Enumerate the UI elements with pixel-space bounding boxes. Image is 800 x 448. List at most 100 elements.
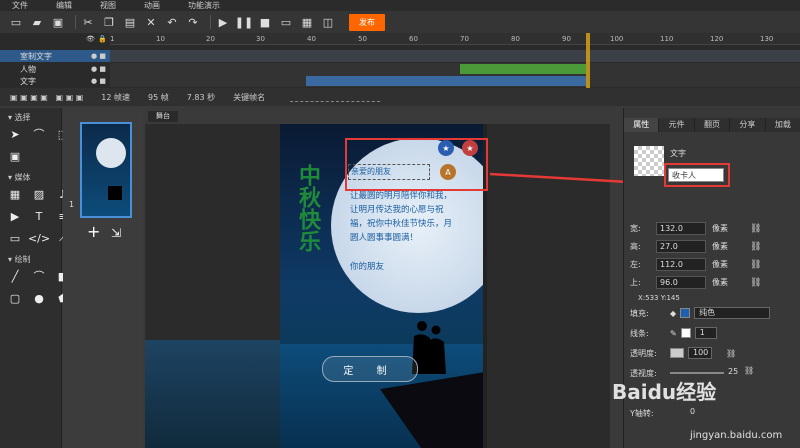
menu-view[interactable]: 视图: [100, 0, 116, 11]
watermark-brand: Baidu经验: [612, 380, 717, 404]
layer-name: 人物: [20, 64, 36, 74]
width-input[interactable]: 132.0: [656, 222, 706, 235]
stroke-row: 线条: ✎ 1: [630, 326, 717, 340]
menu-file[interactable]: 文件: [12, 0, 28, 11]
left-row: 左: 112.0 像素 ⛓: [630, 258, 761, 271]
tick-label: 130: [760, 35, 774, 43]
import-page-icon[interactable]: ⇲: [111, 226, 121, 240]
paste-icon[interactable]: ▤: [122, 14, 138, 30]
signature-text[interactable]: 你的朋友: [350, 260, 384, 272]
link-icon[interactable]: ⛓: [750, 224, 761, 234]
coords-readout: X:533 Y:145: [638, 294, 680, 302]
tab-pages[interactable]: 翻页: [694, 118, 731, 132]
save-icon[interactable]: ▣: [50, 14, 66, 30]
keyframe-span[interactable]: [460, 64, 586, 74]
delete-icon[interactable]: ✕: [143, 14, 159, 30]
link-icon[interactable]: ⛓: [726, 349, 736, 358]
layer-row[interactable]: 人物 ● ■: [0, 63, 110, 75]
stage-tab[interactable]: 舞台: [148, 111, 178, 122]
height-input[interactable]: 27.0: [656, 240, 706, 253]
keyframe-name-input[interactable]: [290, 93, 380, 102]
highlight-box: [345, 138, 488, 191]
layer-tools-icons[interactable]: ▣ ▣ ▣ ▣ ▣ ▣ ▣: [10, 93, 83, 102]
fill-color-swatch[interactable]: [680, 308, 691, 318]
tab-share[interactable]: 分享: [730, 118, 766, 132]
menu-demo[interactable]: 功能演示: [188, 0, 220, 11]
yrotate-value[interactable]: 0: [690, 407, 695, 416]
stroke-width-select[interactable]: 1: [694, 327, 717, 339]
height-row: 高: 27.0 像素 ⛓: [630, 240, 761, 253]
tab-properties[interactable]: 属性: [624, 118, 660, 132]
top-input[interactable]: 96.0: [656, 276, 706, 289]
line-tool-icon[interactable]: ╱: [6, 268, 24, 284]
redo-icon[interactable]: ↷: [185, 14, 201, 30]
keyframe-span[interactable]: [306, 76, 586, 86]
left-input[interactable]: 112.0: [656, 258, 706, 271]
tab-components[interactable]: 元件: [659, 118, 695, 132]
grid-icon[interactable]: ▦: [6, 186, 24, 202]
crop-tool-icon[interactable]: ▣: [6, 148, 24, 164]
layer-visibility-icon[interactable]: ● ■: [91, 65, 106, 73]
lasso-tool-icon[interactable]: ⌒: [30, 126, 48, 142]
menu-animation[interactable]: 动画: [144, 0, 160, 11]
cut-icon[interactable]: ✂: [80, 14, 96, 30]
tool-panel: ▾ 选择 ➤ ⌒ ⬚ ▣ ▾ 媒体 ▦ ▨ ♫ ▶ T ≡ ▭ </> ⟋ ▾ …: [0, 108, 68, 448]
open-folder-icon[interactable]: ▰: [29, 14, 45, 30]
text-tool-icon[interactable]: T: [30, 208, 48, 224]
frames-label: 95 帧: [148, 92, 169, 102]
tab-loading[interactable]: 加载: [765, 118, 800, 132]
timeline-ruler[interactable]: 1 10 20 30 40 50 60 70 80 90 100 110 120…: [110, 33, 800, 45]
link-icon[interactable]: ⛓: [744, 366, 754, 375]
timeline: 1 10 20 30 40 50 60 70 80 90 100 110 120…: [0, 33, 800, 88]
thumb-moon: [96, 138, 126, 168]
title-calligraphy[interactable]: 中秋快乐: [295, 164, 321, 252]
layer-track[interactable]: [110, 50, 800, 62]
code-icon[interactable]: </>: [28, 230, 50, 246]
publish-button[interactable]: 发布: [349, 13, 385, 31]
layer-row[interactable]: 室制文字 ● ■: [0, 50, 110, 62]
new-file-icon[interactable]: ▭: [8, 14, 24, 30]
copy-icon[interactable]: ❐: [101, 14, 117, 30]
layer-track[interactable]: [110, 63, 800, 75]
fill-type-select[interactable]: 纯色: [694, 307, 771, 319]
comment-icon[interactable]: ▭: [6, 230, 24, 246]
h5-icon[interactable]: ◫: [320, 14, 336, 30]
link-icon[interactable]: ⛓: [750, 242, 761, 252]
preview-icon[interactable]: ▭: [278, 14, 294, 30]
opacity-label: 透明度:: [630, 348, 657, 358]
playhead[interactable]: [586, 33, 590, 88]
paint-bucket-icon[interactable]: ◆: [670, 309, 676, 318]
image-icon[interactable]: ▨: [30, 186, 48, 202]
qrcode-icon[interactable]: ▦: [299, 14, 315, 30]
undo-icon[interactable]: ↶: [164, 14, 180, 30]
customize-button[interactable]: 定 制: [322, 356, 418, 382]
link-icon[interactable]: ⛓: [750, 278, 761, 288]
layer-visibility-icon[interactable]: ● ■: [91, 77, 106, 85]
layer-visibility-icon[interactable]: ● ■: [91, 52, 106, 60]
perspective-slider[interactable]: [670, 372, 724, 374]
tick-label: 90: [562, 35, 571, 43]
add-page-button[interactable]: +: [87, 222, 100, 241]
circle-tool-icon[interactable]: ●: [30, 290, 48, 306]
section-media-label: 媒体: [14, 173, 31, 182]
menu-edit[interactable]: 编辑: [56, 0, 72, 11]
page-thumbnails: 1 + ⇲: [63, 108, 143, 448]
video-icon[interactable]: ▶: [6, 208, 24, 224]
play-icon[interactable]: ▶: [215, 14, 231, 30]
height-unit: 像素: [712, 242, 728, 251]
opacity-select[interactable]: 100: [688, 347, 712, 359]
highlight-box: [664, 163, 730, 187]
toolbar-divider: [210, 15, 211, 29]
pointer-tool-icon[interactable]: ➤: [6, 126, 24, 142]
link-icon[interactable]: ⛓: [750, 260, 761, 270]
pause-icon[interactable]: ❚❚: [235, 14, 253, 30]
pen-icon[interactable]: ✎: [670, 329, 677, 338]
rounded-rect-tool-icon[interactable]: ▢: [6, 290, 24, 306]
fps-label: 12 帧速: [101, 92, 130, 102]
greeting-text[interactable]: 让最圆的明月陪伴你和我，让明月传达我的心愿与祝福，祝你中秋佳节快乐，月圆人圆事事…: [350, 189, 460, 245]
curve-tool-icon[interactable]: ⌒: [30, 268, 48, 284]
layer-row[interactable]: 文字 ● ■: [0, 75, 110, 87]
page-thumbnail[interactable]: [80, 122, 132, 218]
stop-icon[interactable]: ■: [257, 14, 273, 30]
stroke-color-swatch[interactable]: [680, 328, 691, 338]
